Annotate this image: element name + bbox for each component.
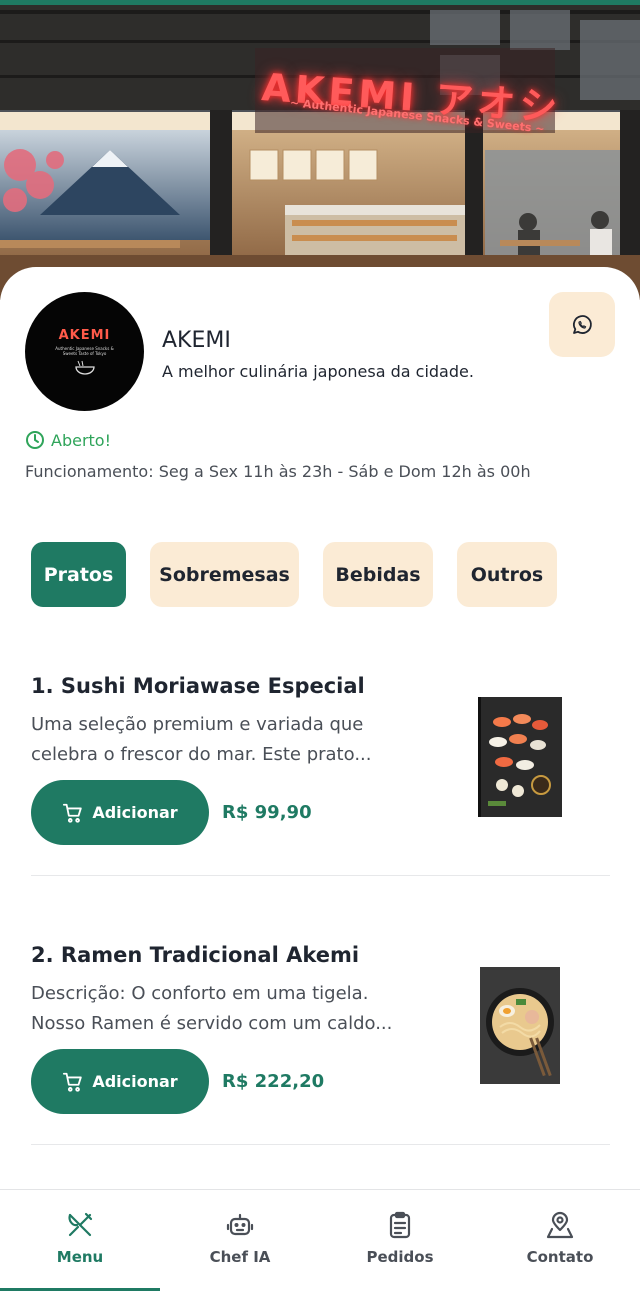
product-image-ramen[interactable] (480, 967, 560, 1084)
tab-outros[interactable]: Outros (457, 542, 557, 607)
nav-chef-ia-label: Chef IA (209, 1248, 271, 1266)
whatsapp-button[interactable] (549, 292, 615, 357)
add-to-cart-button[interactable]: Adicionar (31, 1049, 209, 1114)
logo-title: AKEMI (58, 327, 111, 343)
nav-pedidos-label: Pedidos (366, 1248, 434, 1266)
product-price: R$ 99,90 (222, 802, 312, 823)
utensils-icon (68, 1212, 93, 1237)
opening-hours: Funcionamento: Seg a Sex 11h às 23h - Sá… (25, 462, 531, 481)
store-name: AKEMI (162, 328, 231, 353)
cart-icon (63, 1072, 83, 1092)
nav-contato[interactable]: Contato (480, 1190, 640, 1291)
open-status-label: Aberto! (51, 430, 111, 450)
bottom-navigation: Menu Chef IA Pedidos Contato (0, 1189, 640, 1291)
store-logo: AKEMI Authentic Japanese Snacks & Sweets… (25, 292, 144, 411)
nav-menu[interactable]: Menu (0, 1190, 160, 1291)
nav-chef-ia[interactable]: Chef IA (160, 1190, 320, 1291)
nav-contato-label: Contato (526, 1248, 594, 1266)
store-description: A melhor culinária japonesa da cidade. (162, 362, 474, 381)
open-status: Aberto! (25, 430, 111, 450)
cart-icon (63, 803, 83, 823)
nav-menu-label: Menu (56, 1248, 104, 1266)
top-accent-line (0, 0, 640, 5)
bowl-icon (74, 360, 95, 375)
divider (31, 875, 610, 876)
clipboard-icon (389, 1211, 411, 1239)
add-to-cart-button[interactable]: Adicionar (31, 780, 209, 845)
store-cover-image: AKEMI アオシ ~ Authentic Japanese Snacks & … (0, 0, 640, 300)
category-tabs: Pratos Sobremesas Bebidas Outros (31, 542, 557, 607)
add-button-label: Adicionar (92, 1072, 178, 1091)
whatsapp-icon (573, 314, 592, 334)
product-description: Descrição: O conforto em uma tigela. Nos… (31, 983, 393, 1034)
nav-pedidos[interactable]: Pedidos (320, 1190, 480, 1291)
product-price: R$ 222,20 (222, 1071, 325, 1092)
add-button-label: Adicionar (92, 803, 178, 822)
logo-subtitle: Authentic Japanese Snacks & Sweets Taste… (55, 345, 114, 356)
product-description: Uma seleção premium e variada que celebr… (31, 714, 372, 765)
product-name: 2. Ramen Tradicional Akemi (31, 943, 360, 967)
robot-icon (226, 1213, 254, 1236)
tab-pratos[interactable]: Pratos (31, 542, 126, 607)
product-image-sushi[interactable] (478, 697, 562, 817)
tab-bebidas[interactable]: Bebidas (323, 542, 433, 607)
map-pin-icon (546, 1211, 574, 1239)
divider (31, 1144, 610, 1145)
clock-icon (26, 431, 44, 449)
product-name: 1. Sushi Moriawase Especial (31, 674, 365, 698)
tab-sobremesas[interactable]: Sobremesas (150, 542, 299, 607)
